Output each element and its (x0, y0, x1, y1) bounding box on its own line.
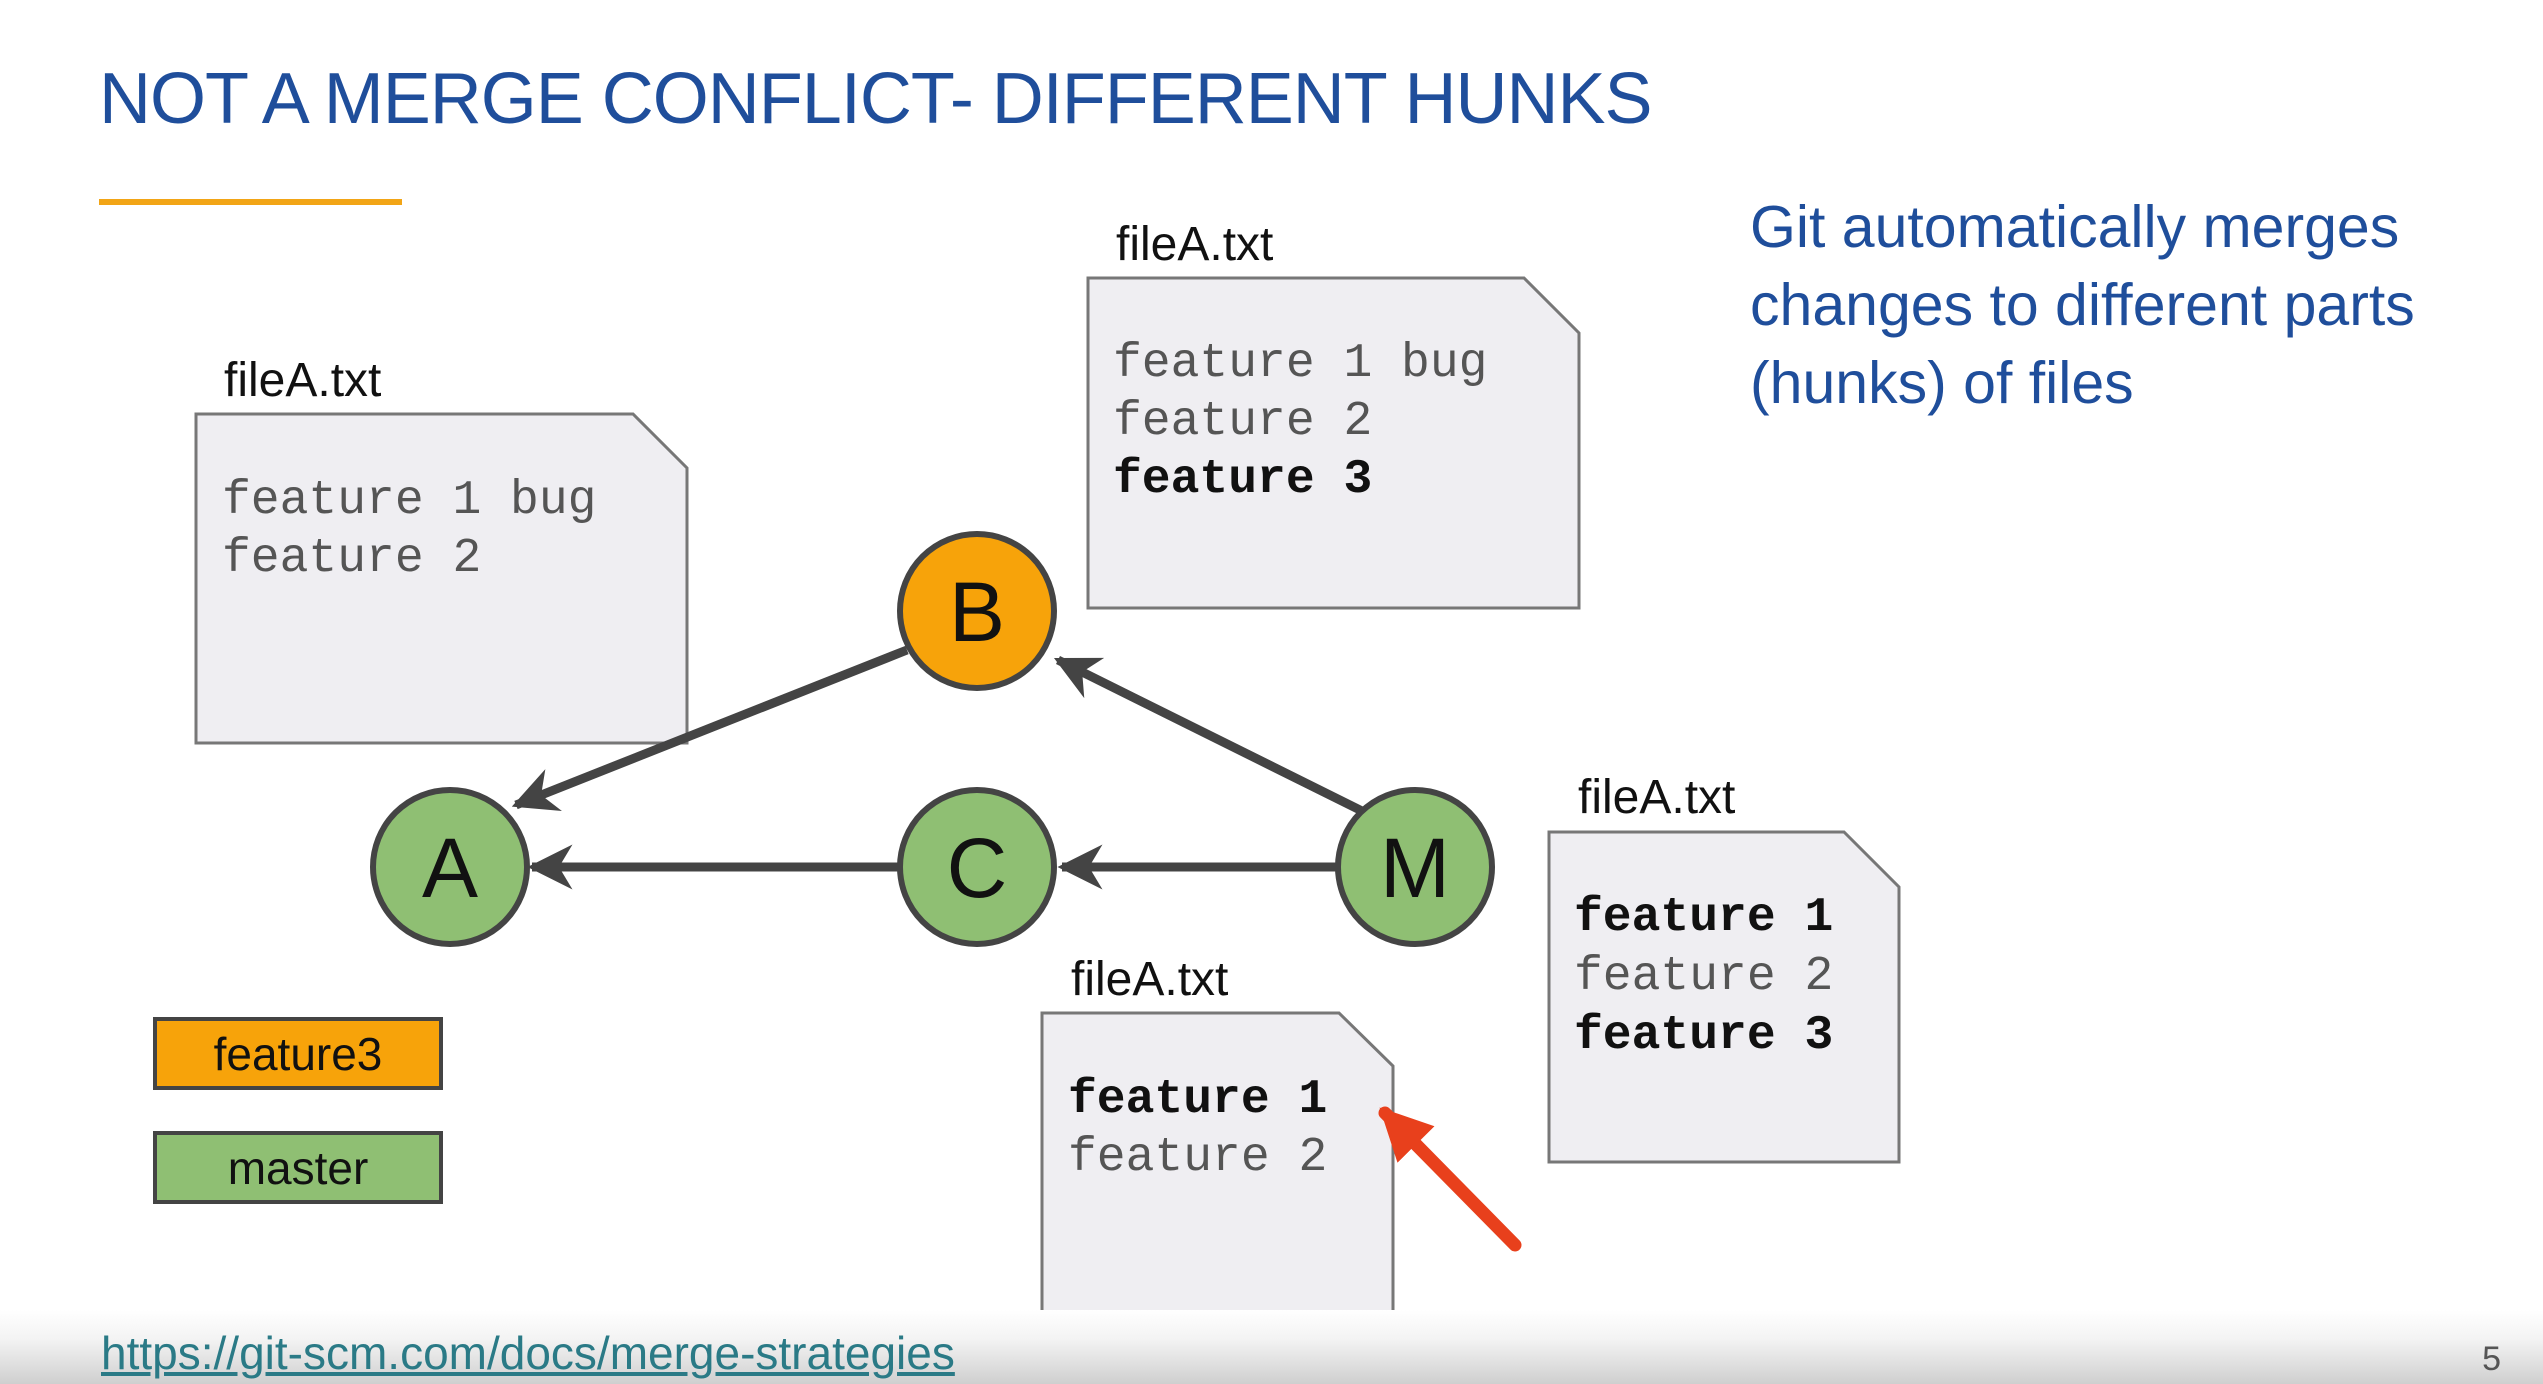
code-line: feature 2 (1068, 1131, 1327, 1185)
code-line: feature 3 (1574, 1009, 1833, 1063)
file-box-top: fileA.txt feature 1 bug feature 2 featur… (1086, 218, 1581, 610)
code-line: feature 2 (222, 532, 481, 586)
legend-label: feature3 (213, 1027, 383, 1080)
side-note: Git automatically merges changes to diff… (1750, 194, 2415, 416)
commit-letter: A (422, 821, 478, 915)
arrow-m-to-b (1053, 655, 1365, 816)
commit-node-m: M (1335, 787, 1495, 947)
code-line: feature 1 bug (1113, 337, 1487, 391)
file-label-left: fileA.txt (224, 354, 381, 407)
code-line: feature 1 bug (222, 474, 596, 528)
commit-node-b: B (897, 531, 1057, 691)
file-label-top: fileA.txt (1116, 218, 1273, 271)
legend-label: master (227, 1141, 369, 1194)
commit-letter: B (949, 565, 1005, 659)
code-line: feature 2 (1574, 950, 1833, 1004)
legend-feature3: feature3 (153, 1017, 443, 1090)
code-line: feature 2 (1113, 395, 1372, 449)
file-label-bottom: fileA.txt (1071, 953, 1228, 1006)
commit-letter: C (947, 821, 1008, 915)
file-label-right: fileA.txt (1578, 771, 1735, 824)
file-box-left: fileA.txt feature 1 bug feature 2 (194, 354, 689, 745)
commit-node-a: A (370, 787, 530, 947)
file-box-bottom: fileA.txt feature 1 feature 2 (1040, 953, 1395, 1345)
code-line: feature 1 (1574, 891, 1833, 945)
commit-letter: M (1380, 821, 1450, 915)
legend-master: master (153, 1131, 443, 1204)
code-line: feature 3 (1113, 453, 1372, 507)
commit-node-c: C (897, 787, 1057, 947)
page-number: 5 (2482, 1340, 2501, 1378)
callout-arrow (1378, 1106, 1522, 1252)
file-box-right: fileA.txt feature 1 feature 2 feature 3 (1547, 771, 1901, 1164)
source-link[interactable]: https://git-scm.com/docs/merge-strategie… (101, 1326, 955, 1380)
code-line: feature 1 (1068, 1073, 1327, 1127)
